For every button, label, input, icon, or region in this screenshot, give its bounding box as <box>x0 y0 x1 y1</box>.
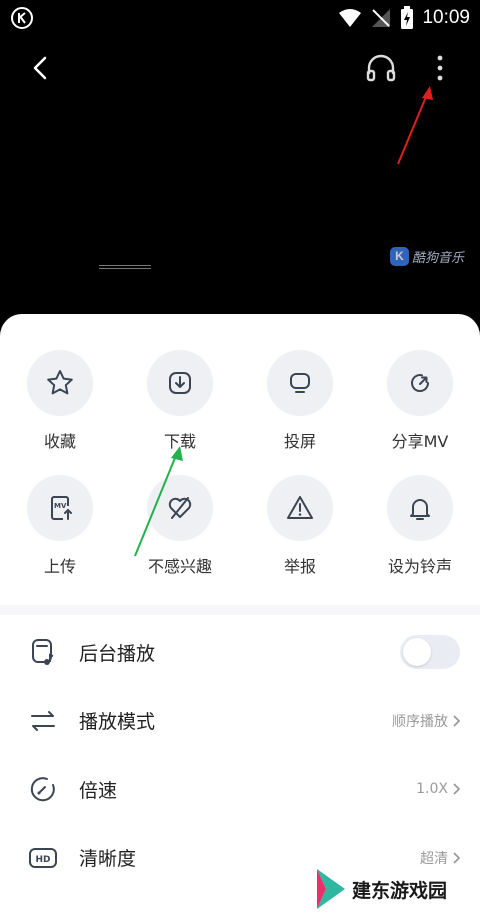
action-label: 上传 <box>43 557 76 576</box>
settings-menu: 后台播放 播放模式 顺序播放 倍速 1.0X HD 清晰度 超清 <box>0 618 480 892</box>
speed-row[interactable]: 倍速 1.0X <box>0 755 480 824</box>
svg-text:HD: HD <box>36 855 51 865</box>
wifi-icon <box>339 9 362 27</box>
background-play-row[interactable]: 后台播放 <box>0 618 480 687</box>
action-label: 不感兴趣 <box>147 557 212 576</box>
svg-text:MV: MV <box>54 502 67 510</box>
hd-icon: HD <box>29 847 57 868</box>
toggle-knob <box>403 638 431 667</box>
not-interested-action[interactable]: 不感兴趣 <box>130 475 230 577</box>
background-play-toggle[interactable] <box>400 635 460 670</box>
battery-charging-icon <box>401 6 414 29</box>
report-action[interactable]: 举报 <box>250 475 350 577</box>
cast-screen-icon <box>290 373 310 393</box>
section-divider <box>0 605 480 615</box>
share-icon <box>411 374 430 392</box>
action-grid: 收藏 下载 投屏 分享MV MV 上传 不感兴趣 举报 设为铃声 <box>0 350 480 600</box>
headphones-icon[interactable] <box>364 52 398 84</box>
site-logo-icon <box>317 869 345 909</box>
more-vertical-icon[interactable] <box>428 50 452 86</box>
menu-label: 清晰度 <box>79 848 137 871</box>
star-icon <box>47 370 73 395</box>
chevron-right-icon <box>453 783 460 795</box>
download-icon <box>169 372 191 394</box>
action-label: 分享MV <box>391 432 449 451</box>
more-options-sheet: 收藏 下载 投屏 分享MV MV 上传 不感兴趣 举报 设为铃声 后台播放 播放… <box>0 314 480 913</box>
menu-label: 倍速 <box>79 779 118 802</box>
play-mode-icon <box>31 710 55 731</box>
chevron-right-icon <box>453 715 460 727</box>
background-play-icon <box>32 639 54 666</box>
report-warning-icon <box>287 496 313 519</box>
action-label: 举报 <box>283 557 316 576</box>
kugou-logo: K <box>390 246 409 266</box>
clock: 10:09 <box>422 7 470 28</box>
upload-action[interactable]: MV 上传 <box>10 475 110 577</box>
speed-value: 1.0X <box>416 781 448 798</box>
set-ringtone-action[interactable]: 设为铃声 <box>370 475 470 577</box>
red-arrow-annotation <box>397 91 429 165</box>
cast-screen-action[interactable]: 投屏 <box>250 350 350 452</box>
menu-label: 后台播放 <box>79 642 156 665</box>
menu-label: 播放模式 <box>79 711 156 734</box>
no-signal-icon <box>372 9 391 27</box>
action-row-2: MV 上传 不感兴趣 举报 设为铃声 <box>0 475 480 600</box>
upload-mv-icon: MV <box>51 496 72 520</box>
site-watermark-text: 建东游戏园 <box>352 879 448 902</box>
action-row-1: 收藏 下载 投屏 分享MV <box>0 350 480 475</box>
quality-value: 超清 <box>420 850 448 867</box>
play-mode-row[interactable]: 播放模式 顺序播放 <box>0 687 480 756</box>
play-mode-value: 顺序播放 <box>392 713 448 730</box>
download-action[interactable]: 下载 <box>130 350 230 452</box>
kugou-video-watermark: K 酷狗音乐 <box>390 245 464 267</box>
share-mv-action[interactable]: 分享MV <box>370 350 470 452</box>
site-watermark: 建东游戏园 <box>314 866 447 912</box>
status-bar: 10:09 <box>0 0 480 36</box>
kugou-app-icon <box>11 7 33 29</box>
speed-gauge-icon <box>30 777 55 802</box>
back-arrow-icon[interactable] <box>26 52 56 84</box>
action-label: 收藏 <box>43 432 76 451</box>
chevron-right-icon <box>453 852 460 864</box>
bell-icon <box>410 499 430 520</box>
action-label: 设为铃声 <box>387 557 452 576</box>
not-interested-icon <box>168 497 192 519</box>
action-label: 下载 <box>163 432 196 451</box>
action-label: 投屏 <box>283 432 316 451</box>
video-top-bar <box>0 44 480 92</box>
favorite-action[interactable]: 收藏 <box>10 350 110 452</box>
kugou-watermark-text: 酷狗音乐 <box>412 250 465 266</box>
video-subtitle-bar <box>99 265 151 269</box>
